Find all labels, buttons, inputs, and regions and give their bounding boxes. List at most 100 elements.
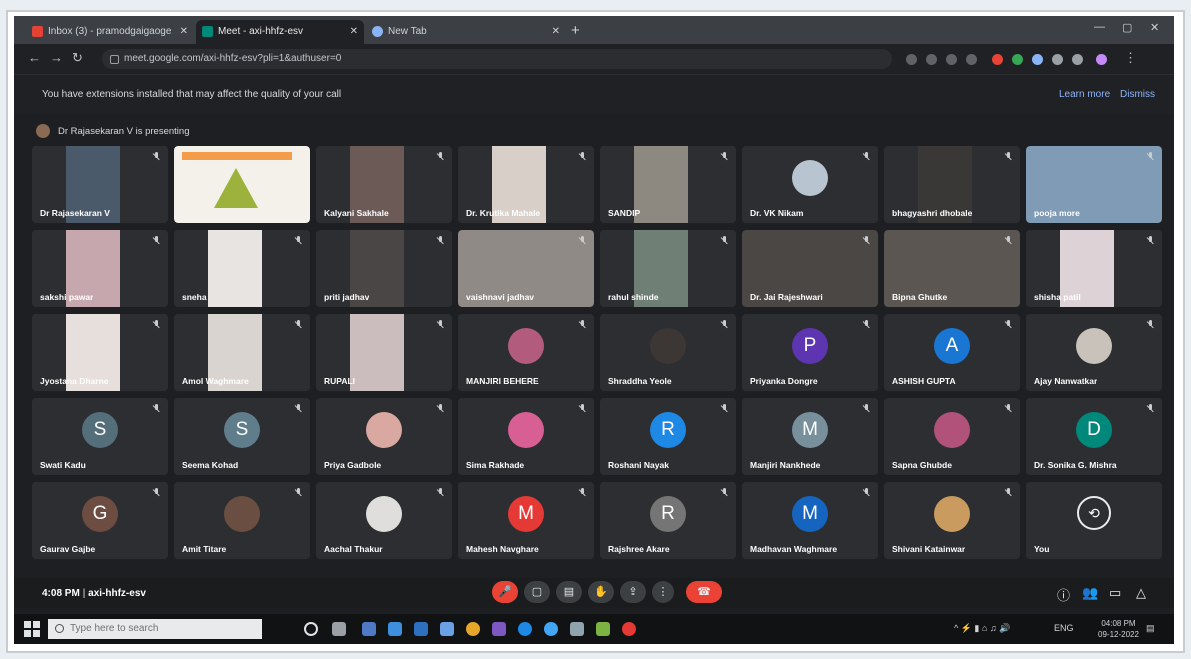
participant-tile[interactable]: Bipna Ghutke	[884, 230, 1020, 307]
activities-icon[interactable]: △	[1136, 585, 1146, 601]
extension-icon[interactable]	[992, 54, 1003, 65]
participant-tile[interactable]: Ajay Nanwatkar	[1026, 314, 1162, 391]
extension-icon[interactable]	[1012, 54, 1023, 65]
participant-tile[interactable]: bhagyashri dhobale	[884, 146, 1020, 223]
participant-tile[interactable]: MANJIRI BEHERE	[458, 314, 594, 391]
raise-hand-button[interactable]: ✋	[588, 581, 614, 603]
chat-icon[interactable]: ▭	[1109, 585, 1121, 601]
ie-icon[interactable]	[544, 622, 558, 636]
address-bar[interactable]: meet.google.com/axi-hhfz-esv?pli=1&authu…	[102, 49, 892, 69]
participant-tile[interactable]: Kalyani Sakhale	[316, 146, 452, 223]
participant-tile[interactable]: A ASHISH GUPTA	[884, 314, 1020, 391]
minimize-icon[interactable]: —	[1094, 21, 1105, 33]
participant-avatar: P	[792, 328, 828, 364]
captions-button[interactable]: ▤	[556, 581, 582, 603]
learn-more-link[interactable]: Learn more	[1059, 89, 1110, 100]
participant-tile[interactable]: Dr Rajasekaran V	[32, 146, 168, 223]
participant-tile[interactable]: Dr. VK Nikam	[742, 146, 878, 223]
taskbar-clock[interactable]: 04:08 PM 09-12-2022	[1098, 618, 1139, 640]
tab-gmail[interactable]: Inbox (3) - pramodgaigaoge ✕	[26, 20, 194, 44]
new-tab-icon[interactable]: +	[571, 20, 580, 42]
participant-tile[interactable]: Jyostana Dharne	[32, 314, 168, 391]
app-icon[interactable]	[596, 622, 610, 636]
participant-tile[interactable]: Aachal Thakur	[316, 482, 452, 559]
close-icon[interactable]: ✕	[180, 20, 188, 44]
extensions-puzzle-icon[interactable]	[1052, 54, 1063, 65]
participant-tile[interactable]: RUPALI	[316, 314, 452, 391]
participant-tile[interactable]: D Dr. Sonika G. Mishra	[1026, 398, 1162, 475]
more-options-button[interactable]: ⋮	[652, 581, 674, 603]
participant-tile[interactable]: M Madhavan Waghmare	[742, 482, 878, 559]
participant-tile[interactable]: P Priyanka Dongre	[742, 314, 878, 391]
camera-icon[interactable]	[906, 54, 917, 65]
participant-tile[interactable]: Amol Waghmare	[174, 314, 310, 391]
app-icon[interactable]	[492, 622, 506, 636]
language-indicator[interactable]: ENG	[1054, 623, 1074, 633]
participant-tile[interactable]: pooja more	[1026, 146, 1162, 223]
participant-tile[interactable]: sneha	[174, 230, 310, 307]
app-icon[interactable]	[440, 622, 454, 636]
sidebar-icon[interactable]	[1072, 54, 1083, 65]
participant-tile[interactable]: ⟲ You	[1026, 482, 1162, 559]
participant-tile[interactable]: Sapna Ghubde	[884, 398, 1020, 475]
app-icon[interactable]	[570, 622, 584, 636]
participant-tile[interactable]: Dr. Krutika Mahale	[458, 146, 594, 223]
back-icon[interactable]: ←	[28, 50, 41, 65]
app-icon[interactable]	[388, 622, 402, 636]
taskbar-search-input[interactable]: Type here to search	[48, 619, 262, 639]
share-icon[interactable]	[946, 54, 957, 65]
mic-muted-icon	[153, 488, 160, 497]
app-icon[interactable]	[414, 622, 428, 636]
close-icon[interactable]: ✕	[552, 20, 560, 44]
participant-tile[interactable]: S Seema Kohad	[174, 398, 310, 475]
participant-tile[interactable]: rahul shinde	[600, 230, 736, 307]
participant-tile[interactable]: Shraddha Yeole	[600, 314, 736, 391]
participant-tile[interactable]	[174, 146, 310, 223]
mic-muted-icon	[1005, 236, 1012, 245]
participant-tile[interactable]: Priya Gadbole	[316, 398, 452, 475]
edge-icon[interactable]	[518, 622, 532, 636]
participant-tile[interactable]: Sima Rakhade	[458, 398, 594, 475]
participant-tile[interactable]: Shivani Katainwar	[884, 482, 1020, 559]
present-button[interactable]: ⇪	[620, 581, 646, 603]
participant-tile[interactable]: M Manjiri Nankhede	[742, 398, 878, 475]
people-icon[interactable]: 👥	[1082, 585, 1098, 601]
participant-tile[interactable]: R Rajshree Akare	[600, 482, 736, 559]
profile-avatar-icon[interactable]	[1096, 54, 1107, 65]
participant-tile[interactable]: G Gaurav Gajbe	[32, 482, 168, 559]
participant-tile[interactable]: Dr. Jai Rajeshwari	[742, 230, 878, 307]
zoom-icon[interactable]	[926, 54, 937, 65]
end-call-button[interactable]: ☎	[686, 581, 722, 603]
close-window-icon[interactable]: ✕	[1150, 21, 1159, 34]
reload-icon[interactable]: ↻	[72, 50, 83, 66]
participant-tile[interactable]: shisha patil	[1026, 230, 1162, 307]
notifications-icon[interactable]: ▤	[1146, 623, 1155, 634]
participant-tile[interactable]: vaishnavi jadhav	[458, 230, 594, 307]
extension-icon[interactable]	[1032, 54, 1043, 65]
meeting-details-icon[interactable]: ⓘ	[1057, 585, 1070, 604]
tab-new-tab[interactable]: New Tab ✕	[366, 20, 566, 44]
windows-start-icon[interactable]	[24, 621, 40, 637]
tab-meet[interactable]: Meet - axi-hhfz-esv ✕	[196, 20, 364, 44]
participant-tile[interactable]: M Mahesh Navghare	[458, 482, 594, 559]
cortana-icon[interactable]	[304, 622, 318, 636]
menu-kebab-icon[interactable]: ⋮	[1124, 50, 1137, 66]
participant-tile[interactable]: sakshi pawar	[32, 230, 168, 307]
participant-tile[interactable]: S Swati Kadu	[32, 398, 168, 475]
task-view-icon[interactable]	[332, 622, 346, 636]
participant-tile[interactable]: Amit Titare	[174, 482, 310, 559]
app-icon[interactable]	[362, 622, 376, 636]
star-icon[interactable]	[966, 54, 977, 65]
camera-button[interactable]: ▢	[524, 581, 550, 603]
chrome-icon[interactable]	[466, 622, 480, 636]
maximize-icon[interactable]: ▢	[1122, 21, 1132, 34]
dismiss-button[interactable]: Dismiss	[1120, 89, 1155, 100]
system-tray-icons[interactable]: ^ ⚡ ▮ ⌂ ♫ 🔊	[954, 623, 1010, 634]
participant-tile[interactable]: R Roshani Nayak	[600, 398, 736, 475]
app-icon[interactable]	[622, 622, 636, 636]
participant-tile[interactable]: priti jadhav	[316, 230, 452, 307]
forward-icon[interactable]: →	[50, 50, 63, 65]
close-icon[interactable]: ✕	[350, 20, 358, 44]
mic-off-button[interactable]: 🎤	[492, 581, 518, 603]
participant-tile[interactable]: SANDIP	[600, 146, 736, 223]
